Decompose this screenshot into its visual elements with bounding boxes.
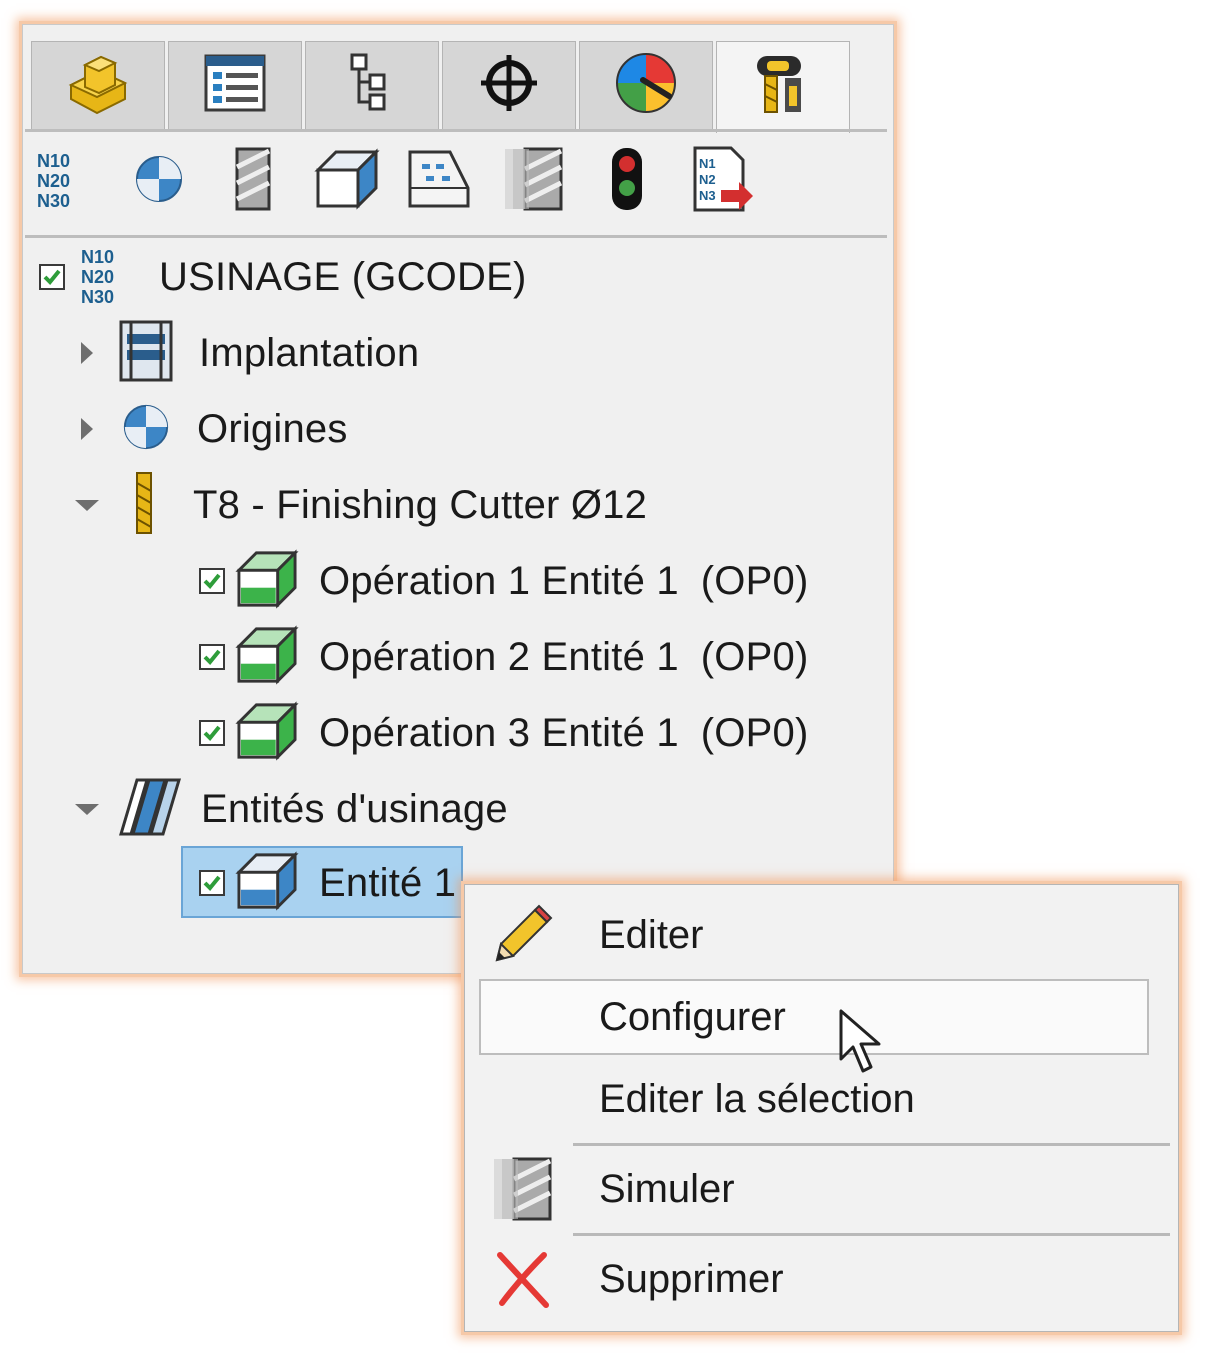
tree-operation-2[interactable]: Opération 2 Entité 1 (OP0) bbox=[199, 624, 809, 690]
svg-text:N20: N20 bbox=[81, 267, 114, 287]
menu-item-edit[interactable]: Editer bbox=[465, 897, 1178, 973]
implantation-icon bbox=[117, 320, 175, 387]
menu-item-simulate-label: Simuler bbox=[599, 1166, 735, 1211]
config-tree-icon bbox=[344, 51, 400, 120]
cutter-icon bbox=[129, 471, 159, 540]
operation-1-code: (OP0) bbox=[700, 558, 809, 603]
tab-configuration[interactable] bbox=[305, 41, 439, 129]
toolbar-gcode-button[interactable]: N10 N20 N30 bbox=[35, 147, 99, 215]
svg-text:N10: N10 bbox=[81, 247, 114, 267]
tree-root-label: USINAGE (GCODE) bbox=[159, 254, 527, 299]
menu-item-edit-label: Editer bbox=[599, 912, 704, 957]
tree-item-tool-label: T8 - Finishing Cutter Ø12 bbox=[193, 482, 648, 527]
svg-text:N30: N30 bbox=[81, 287, 114, 307]
operation-1-label: Opération 1 Entité 1 bbox=[319, 558, 679, 603]
operation-3-checkbox[interactable] bbox=[199, 720, 225, 746]
tree-item-implantation-label: Implantation bbox=[199, 330, 420, 375]
origin-icon bbox=[133, 153, 185, 210]
mouse-cursor-icon bbox=[839, 1009, 883, 1080]
simulate-icon bbox=[501, 147, 565, 216]
part-icon bbox=[63, 51, 133, 120]
toolbar-tool-button[interactable] bbox=[221, 147, 285, 215]
feature-box-icon bbox=[314, 147, 380, 215]
toolbar-origin-button[interactable] bbox=[127, 147, 191, 215]
svg-text:N1: N1 bbox=[699, 156, 716, 171]
menu-item-delete[interactable]: Supprimer bbox=[465, 1241, 1178, 1317]
panel-tabs bbox=[31, 41, 881, 133]
crosshair-icon bbox=[477, 51, 541, 120]
tree-root-row[interactable]: N10 N20 N30 USINAGE (GCODE) bbox=[39, 245, 526, 309]
operation-3-label: Opération 3 Entité 1 bbox=[319, 710, 679, 755]
toolbar-divider bbox=[25, 235, 887, 238]
feature-box-icon bbox=[235, 850, 299, 916]
context-menu: Editer Configurer Editer la sélection Si… bbox=[464, 884, 1179, 1332]
pocket-feature-icon bbox=[406, 148, 472, 215]
menu-separator bbox=[573, 1143, 1170, 1146]
tab-property-manager[interactable] bbox=[168, 41, 302, 129]
svg-text:N2: N2 bbox=[699, 172, 716, 187]
operation-2-checkbox[interactable] bbox=[199, 644, 225, 670]
tree-item-tool[interactable]: T8 - Finishing Cutter Ø12 bbox=[75, 471, 648, 540]
menu-item-simulate[interactable]: Simuler bbox=[465, 1151, 1178, 1227]
menu-item-edit-selection[interactable]: Editer la sélection bbox=[465, 1061, 1178, 1137]
tree-operation-3[interactable]: Opération 3 Entité 1 (OP0) bbox=[199, 700, 809, 766]
operation-box-icon bbox=[235, 700, 299, 766]
tool-icon bbox=[233, 147, 273, 216]
menu-separator bbox=[573, 1233, 1170, 1236]
feature-manager-panel: N10 N20 N30 N1 N2 N3 N10 N20 N30 USINAGE… bbox=[22, 24, 894, 974]
operation-2-code: (OP0) bbox=[700, 634, 809, 679]
pencil-icon bbox=[489, 902, 555, 968]
menu-item-configure[interactable]: Configurer bbox=[465, 979, 1178, 1055]
delete-x-icon bbox=[489, 1246, 555, 1312]
operation-box-icon bbox=[235, 548, 299, 614]
simulate-icon bbox=[489, 1156, 555, 1222]
tabs-divider bbox=[25, 129, 887, 132]
tab-cam-addin[interactable] bbox=[716, 41, 850, 133]
feature-1-label: Entité 1 bbox=[319, 860, 457, 905]
svg-text:N30: N30 bbox=[37, 191, 70, 211]
toolbar-export-button[interactable]: N1 N2 N3 bbox=[691, 146, 755, 217]
tree-item-implantation[interactable]: Implantation bbox=[81, 320, 420, 387]
tree-item-origines-label: Origines bbox=[197, 406, 348, 451]
svg-text:N3: N3 bbox=[699, 188, 716, 203]
features-folder-icon bbox=[117, 776, 183, 843]
tab-dimxpert[interactable] bbox=[442, 41, 576, 129]
menu-item-configure-label: Configurer bbox=[599, 994, 786, 1039]
origin-icon bbox=[121, 402, 171, 457]
toolbar-pocket-button[interactable] bbox=[407, 147, 471, 215]
tree-item-features-label: Entités d'usinage bbox=[201, 786, 508, 831]
expand-arrow-icon[interactable] bbox=[81, 418, 93, 440]
tree-operation-1[interactable]: Opération 1 Entité 1 (OP0) bbox=[199, 548, 809, 614]
cam-toolbar: N10 N20 N30 N1 N2 N3 bbox=[35, 143, 885, 219]
operation-box-icon bbox=[235, 624, 299, 690]
toolbar-feature-button[interactable] bbox=[314, 147, 380, 215]
export-gcode-icon: N1 N2 N3 bbox=[691, 146, 755, 217]
operation-1-checkbox[interactable] bbox=[199, 568, 225, 594]
tree-item-features[interactable]: Entités d'usinage bbox=[75, 777, 508, 841]
toolbar-simulate-button[interactable] bbox=[501, 147, 565, 215]
gcode-icon: N10 N20 N30 bbox=[79, 243, 143, 312]
collapse-arrow-icon[interactable] bbox=[75, 499, 99, 511]
feature-1-checkbox[interactable] bbox=[199, 870, 225, 896]
svg-text:N10: N10 bbox=[37, 151, 70, 171]
menu-item-delete-label: Supprimer bbox=[599, 1256, 784, 1301]
traffic-light-icon bbox=[610, 146, 644, 217]
expand-arrow-icon[interactable] bbox=[81, 342, 93, 364]
property-list-icon bbox=[203, 53, 267, 118]
tree-feature-1[interactable]: Entité 1 bbox=[199, 850, 457, 916]
operation-2-label: Opération 2 Entité 1 bbox=[319, 634, 679, 679]
tree-item-origines[interactable]: Origines bbox=[81, 397, 348, 461]
cam-addin-icon bbox=[751, 52, 815, 123]
toolbar-check-button[interactable] bbox=[595, 147, 659, 215]
operation-3-code: (OP0) bbox=[700, 710, 809, 755]
gcode-icon: N10 N20 N30 bbox=[35, 147, 99, 216]
collapse-arrow-icon[interactable] bbox=[75, 803, 99, 815]
appearance-pie-icon bbox=[613, 50, 679, 121]
svg-text:N20: N20 bbox=[37, 171, 70, 191]
root-checkbox[interactable] bbox=[39, 264, 65, 290]
tab-display-manager[interactable] bbox=[579, 41, 713, 129]
tab-part[interactable] bbox=[31, 41, 165, 129]
menu-item-edit-selection-label: Editer la sélection bbox=[599, 1076, 915, 1121]
